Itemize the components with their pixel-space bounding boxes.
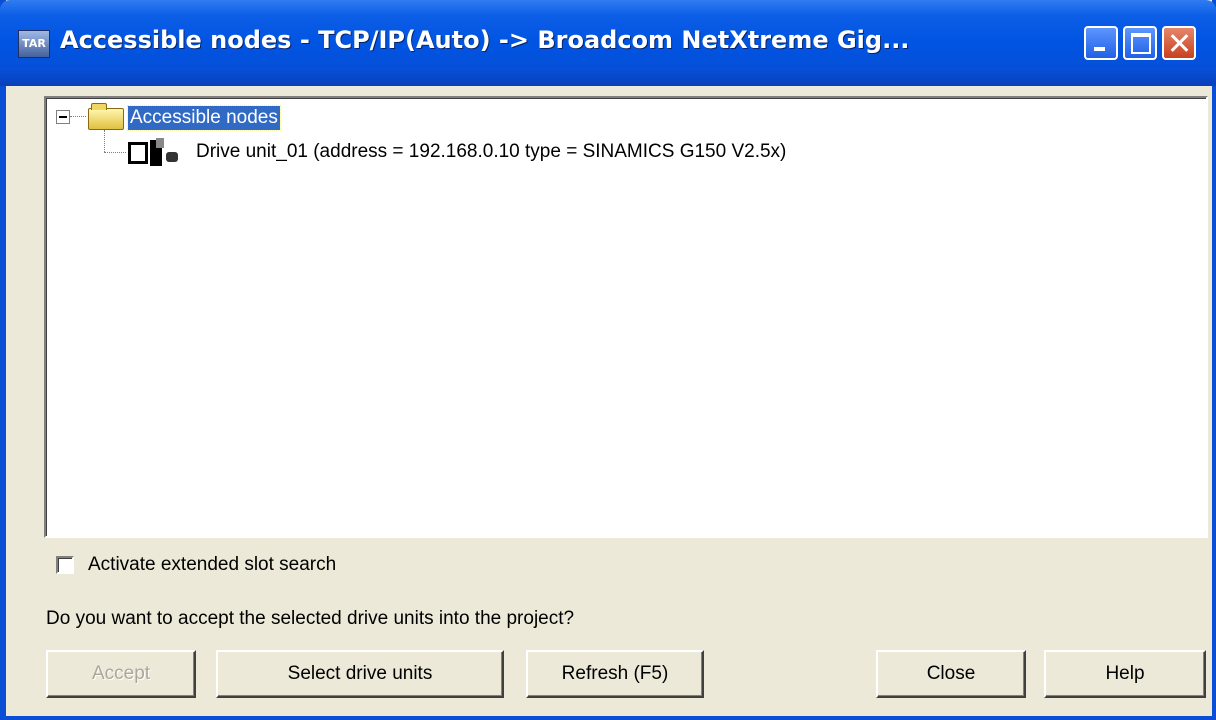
tree-item-accessible-nodes[interactable]: Accessible nodes (127, 105, 281, 131)
select-drive-units-button[interactable]: Select drive units (216, 650, 504, 698)
close-button[interactable]: Close (876, 650, 1026, 698)
tree-item-drive-unit[interactable]: Drive unit_01 (address = 192.168.0.10 ty… (196, 140, 786, 164)
extended-slot-search-checkbox[interactable] (56, 556, 74, 574)
maximize-button[interactable] (1123, 26, 1157, 60)
close-window-button[interactable] (1162, 26, 1196, 60)
help-button[interactable]: Help (1044, 650, 1206, 698)
tree-connector (104, 152, 126, 153)
extended-slot-search-label[interactable]: Activate extended slot search (88, 552, 336, 578)
accept-question-text: Do you want to accept the selected drive… (46, 608, 575, 629)
folder-open-icon (88, 103, 124, 130)
title-bar[interactable]: TAR Accessible nodes - TCP/IP(Auto) -> B… (0, 0, 1216, 86)
window-title: Accessible nodes - TCP/IP(Auto) -> Broad… (60, 26, 910, 54)
collapse-toggle-icon[interactable] (56, 110, 70, 124)
accessible-nodes-tree[interactable]: Accessible nodes Drive unit_01 (address … (44, 96, 1208, 538)
tree-connector (70, 116, 86, 117)
minimize-button[interactable] (1084, 26, 1118, 60)
drive-unit-icon (128, 138, 194, 166)
accept-button[interactable]: Accept (46, 650, 196, 698)
app-icon: TAR (18, 30, 50, 58)
refresh-button[interactable]: Refresh (F5) (526, 650, 704, 698)
tree-connector (104, 130, 105, 152)
accessible-nodes-dialog: TAR Accessible nodes - TCP/IP(Auto) -> B… (0, 0, 1216, 720)
